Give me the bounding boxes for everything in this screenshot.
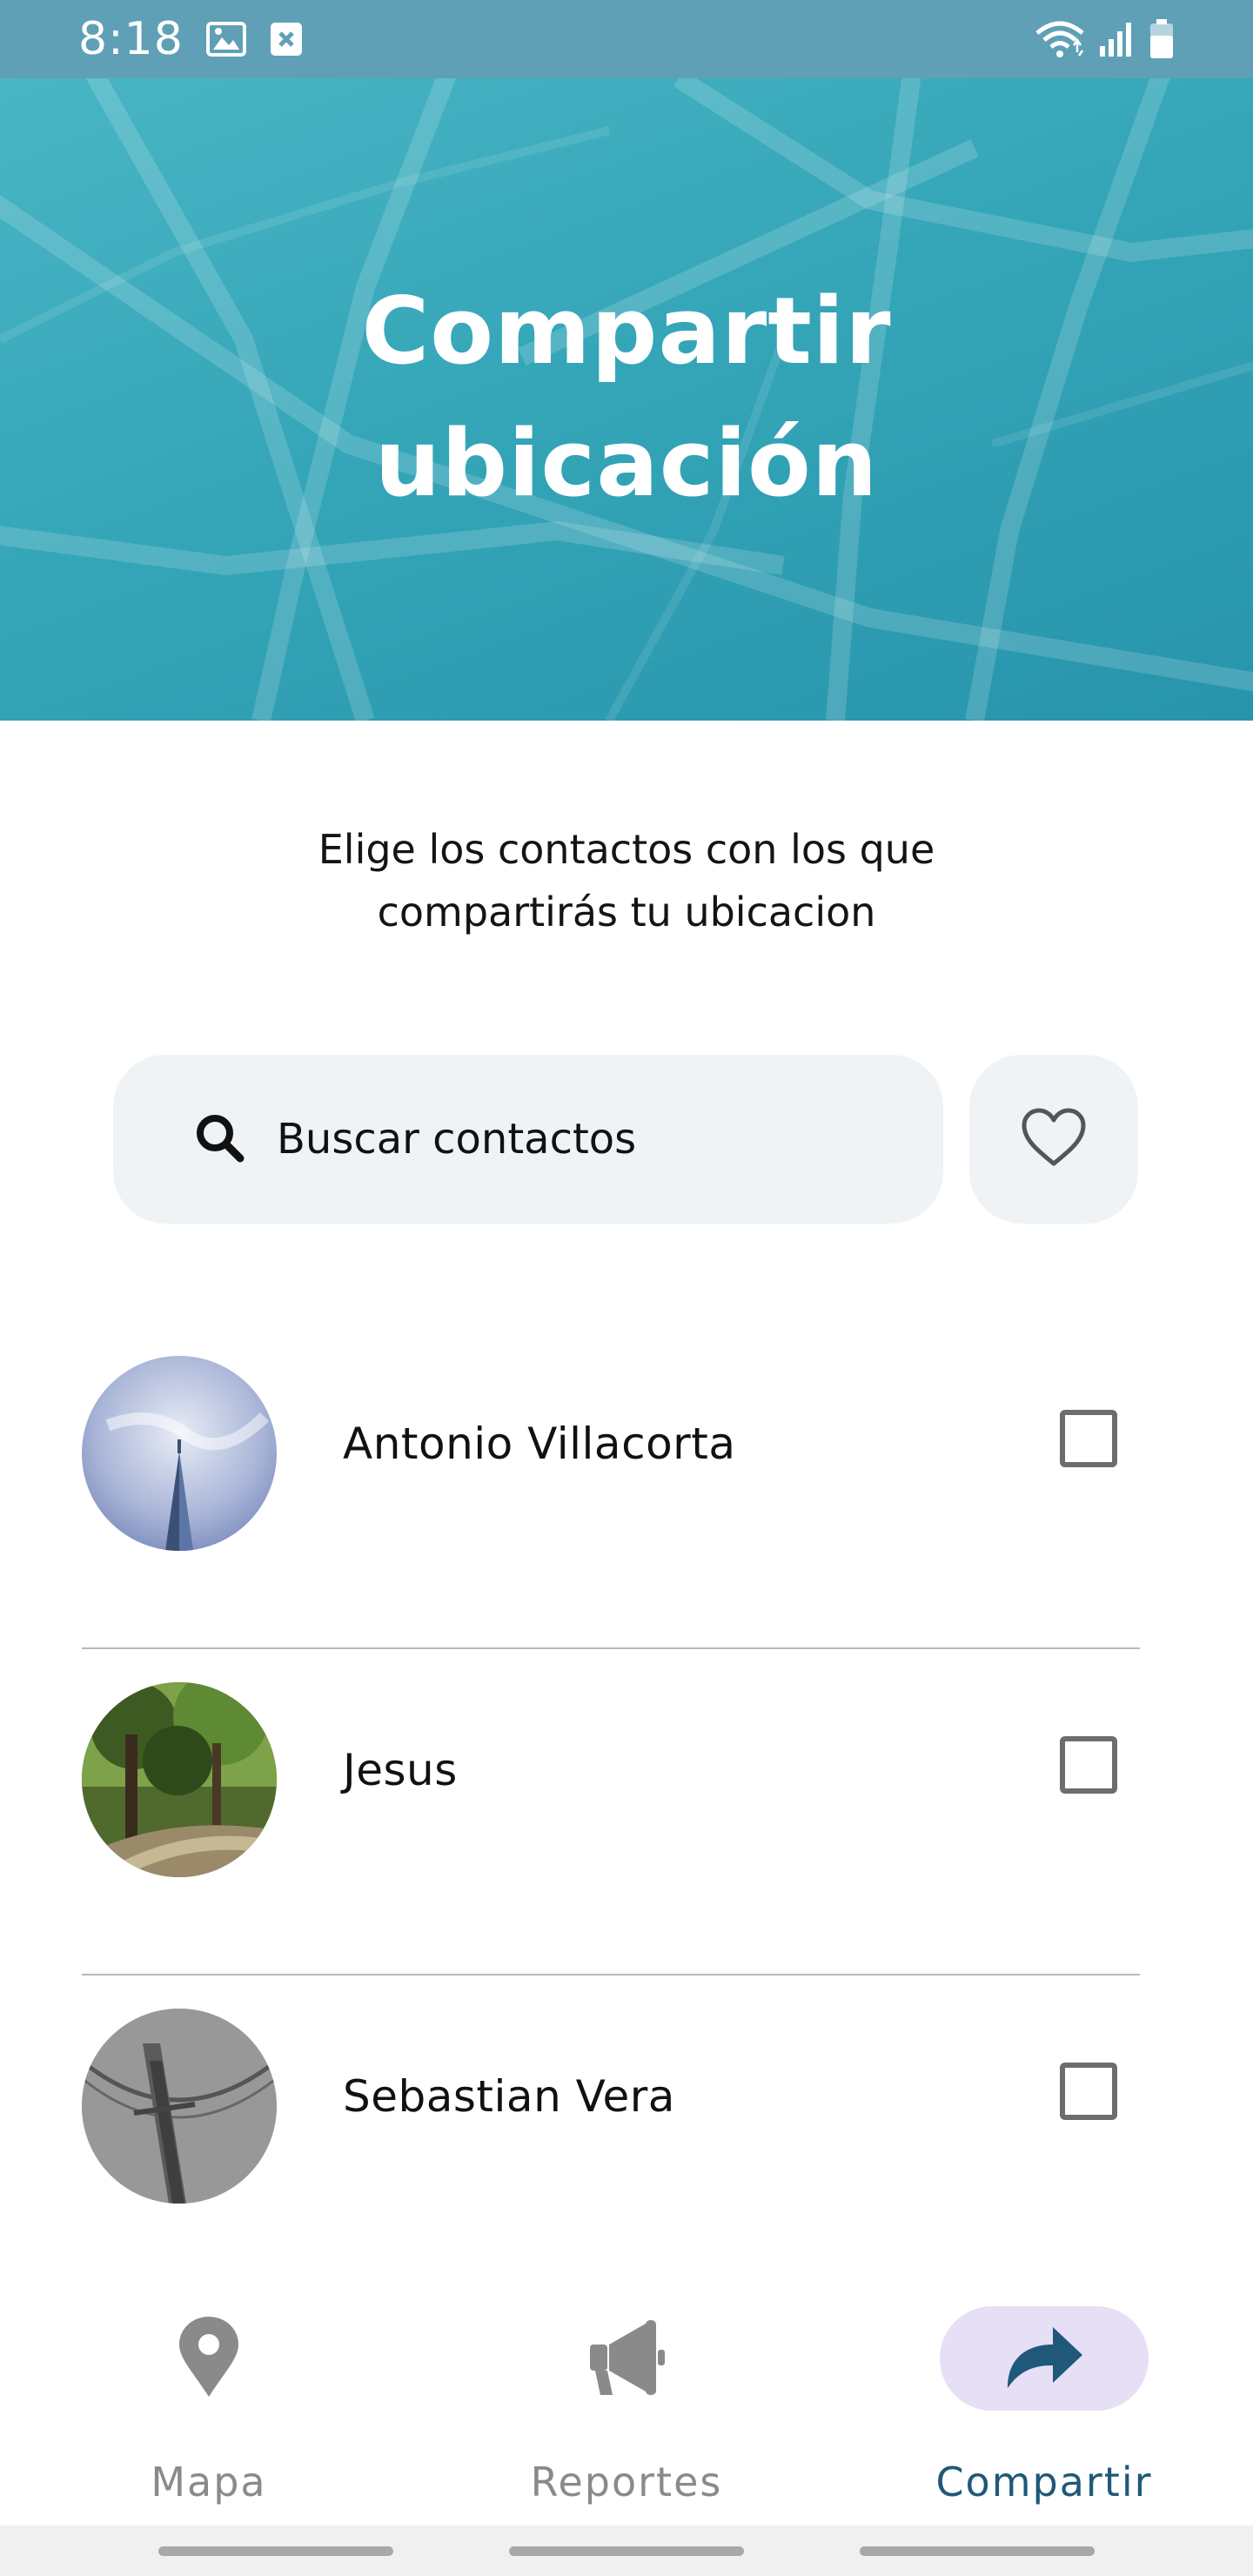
contact-checkbox[interactable] <box>1060 1736 1117 1794</box>
share-arrow-icon <box>1002 2322 1086 2395</box>
battery-icon <box>1149 18 1175 60</box>
contact-name: Sebastian Vera <box>343 2071 675 2122</box>
status-left: 8:18 <box>78 13 304 65</box>
status-time: 8:18 <box>78 13 184 65</box>
contact-checkbox[interactable] <box>1060 1410 1117 1467</box>
nav-label: Compartir <box>935 2459 1153 2506</box>
page-title: Compartir ubicación <box>0 265 1253 530</box>
image-icon <box>205 22 246 57</box>
contact-name: Antonio Villacorta <box>343 1419 736 1469</box>
nav-label: Reportes <box>530 2459 723 2506</box>
status-bar: 8:18 <box>0 0 1253 78</box>
favorites-button[interactable] <box>969 1055 1138 1224</box>
contact-checkbox[interactable] <box>1060 2063 1117 2120</box>
wifi-icon <box>1034 19 1086 59</box>
nav-icon-container <box>104 2306 313 2411</box>
contact-item[interactable]: Sebastian Vera <box>82 1976 1140 2302</box>
system-back-button[interactable] <box>860 2546 1095 2556</box>
avatar <box>82 1356 277 1551</box>
contact-item[interactable]: Jesus <box>82 1649 1140 1976</box>
signal-icon <box>1098 20 1136 58</box>
close-box-icon <box>269 21 304 57</box>
avatar <box>82 1682 277 1877</box>
map-pin-icon <box>176 2315 242 2402</box>
bottom-nav: Mapa Reportes Compartir <box>0 2280 1253 2526</box>
nav-item-mapa[interactable]: Mapa <box>52 2280 365 2526</box>
megaphone-icon <box>585 2315 668 2402</box>
nav-icon-container <box>940 2306 1149 2411</box>
search-input[interactable] <box>277 1100 886 1178</box>
page-title-line1: Compartir <box>361 278 892 385</box>
avatar <box>82 2009 277 2204</box>
search-icon <box>193 1111 245 1167</box>
header-banner: Compartir ubicación <box>0 78 1253 721</box>
system-nav-bar <box>0 2526 1253 2576</box>
instruction-line2: compartirás tu ubicacion <box>377 889 876 936</box>
heart-icon <box>1019 1106 1089 1172</box>
nav-label: Mapa <box>151 2459 267 2506</box>
page-title-line2: ubicación <box>374 410 879 517</box>
nav-icon-container <box>522 2306 731 2411</box>
instruction-line1: Elige los contactos con los que <box>318 826 935 873</box>
contact-item[interactable]: Antonio Villacorta <box>82 1323 1140 1649</box>
instruction-text: Elige los contactos con los que comparti… <box>218 818 1035 943</box>
status-right <box>1034 18 1175 60</box>
nav-item-compartir[interactable]: Compartir <box>888 2280 1201 2526</box>
nav-item-reportes[interactable]: Reportes <box>470 2280 783 2526</box>
search-box[interactable] <box>113 1055 943 1224</box>
system-recents-button[interactable] <box>158 2546 393 2556</box>
system-home-button[interactable] <box>509 2546 744 2556</box>
contact-name: Jesus <box>343 1745 458 1795</box>
